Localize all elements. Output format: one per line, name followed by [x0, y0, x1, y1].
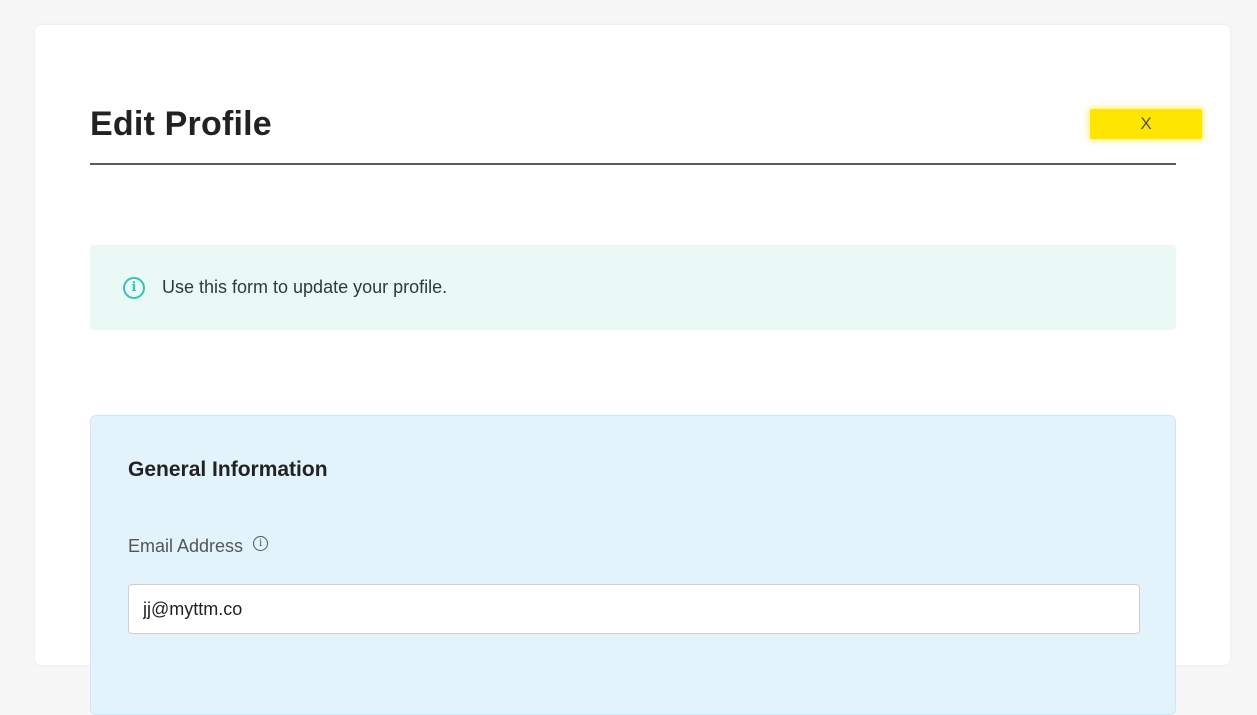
info-banner: i Use this form to update your profile.: [90, 245, 1176, 330]
modal-header: Edit Profile X: [90, 105, 1202, 165]
section-title: General Information: [128, 458, 328, 481]
email-label: Email Address: [128, 536, 244, 556]
close-button[interactable]: X: [1090, 109, 1202, 139]
edit-profile-modal: Edit Profile X i Use this form to update…: [35, 25, 1230, 715]
email-label-row: Email Address i: [128, 536, 269, 557]
info-banner-text: Use this form to update your profile.: [162, 277, 448, 297]
info-circle-icon: i: [123, 276, 145, 299]
email-field[interactable]: [128, 584, 1140, 634]
general-information-section: General Information Email Address i: [90, 415, 1176, 715]
page-title: Edit Profile: [90, 105, 272, 143]
email-info-icon[interactable]: i: [253, 536, 269, 551]
